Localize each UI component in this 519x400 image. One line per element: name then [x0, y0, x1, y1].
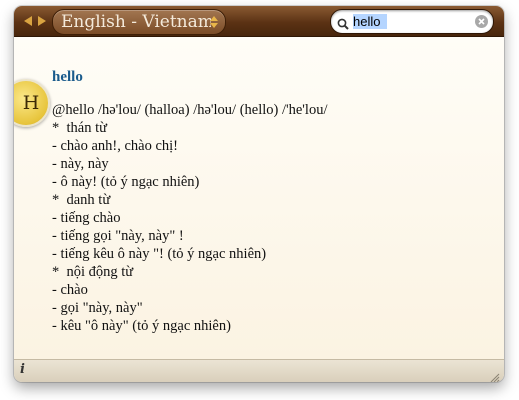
definition-line: - tiếng gọi "này, này" !	[52, 228, 184, 244]
dictionary-select[interactable]: English - Vietnamese	[52, 9, 226, 35]
definition-line: - kêu "ô này" (tỏ ý ngạc nhiên)	[52, 318, 231, 334]
clear-icon[interactable]	[475, 15, 488, 28]
status-bar: i	[14, 359, 504, 382]
definition-line: - chào	[52, 282, 88, 298]
nav-arrows	[22, 14, 48, 28]
entry-content: H hello @hello /hə'lou/ (halloa) /hə'lou…	[14, 37, 504, 360]
definition-line: * thán từ	[52, 120, 107, 136]
definition-line: - gọi "này, này"	[52, 300, 143, 316]
definition-body: @hello /hə'lou/ (halloa) /hə'lou/ (hello…	[52, 101, 494, 335]
definition-line: - ô này! (tỏ ý ngạc nhiên)	[52, 174, 200, 190]
definition-line: * danh từ	[52, 192, 111, 208]
definition-line: - này, này	[52, 156, 109, 172]
letter-badge: H	[14, 79, 50, 127]
headword: hello	[52, 69, 83, 85]
definition-line: @hello /hə'lou/ (halloa) /hə'lou/ (hello…	[52, 102, 328, 118]
back-arrow-icon[interactable]	[22, 14, 34, 28]
definition-line: * nội động từ	[52, 264, 134, 280]
dictionary-select-label: English - Vietnamese	[61, 12, 211, 32]
letter-badge-text: H	[22, 92, 40, 114]
forward-arrow-icon[interactable]	[36, 14, 48, 28]
info-icon[interactable]: i	[20, 362, 25, 377]
definition-line: - tiếng kêu ô này "! (tỏ ý ngạc nhiên)	[52, 246, 267, 262]
up-down-arrows-icon	[209, 14, 219, 30]
resize-grip-icon[interactable]	[489, 368, 500, 382]
search-field	[330, 9, 494, 34]
definition-line: - tiếng chào	[52, 210, 121, 226]
definition-line: - chào anh!, chào chị!	[52, 138, 179, 154]
dictionary-window: English - Vietnamese	[14, 6, 504, 382]
toolbar: English - Vietnamese	[14, 6, 504, 37]
search-input[interactable]	[353, 12, 465, 30]
magnifier-icon	[337, 15, 349, 30]
